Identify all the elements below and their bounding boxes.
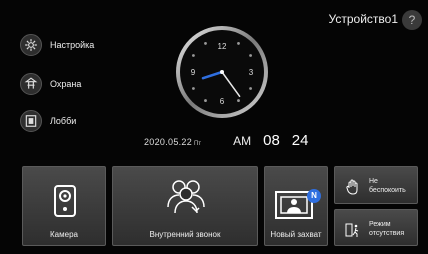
clock-number-6: 6 [220, 97, 225, 106]
clock-dot [237, 99, 240, 102]
ampm-text: AM [233, 134, 252, 148]
sidebar-label-settings: Настройка [50, 40, 95, 50]
dnd-label-line1: Не [369, 178, 378, 185]
gear-icon [20, 34, 42, 56]
dnd-label: Не беспокоить [369, 177, 419, 195]
hand-icon [346, 179, 358, 195]
analog-clock: 12 3 6 9 [174, 24, 270, 120]
people-icon [167, 180, 205, 214]
clock-dot [192, 54, 195, 57]
help-button[interactable]: ? [402, 10, 422, 30]
clock-number-3: 3 [249, 68, 254, 77]
clock-dot [192, 87, 195, 90]
device-name: Устройство1 [328, 12, 398, 26]
sidebar-item-settings[interactable]: Настройка [20, 34, 94, 56]
capture-label: Новый захват [270, 230, 322, 239]
clock-number-9: 9 [191, 68, 196, 77]
minute-text: 24 [291, 132, 309, 149]
away-label: Режим отсутствия [369, 220, 419, 238]
away-tile[interactable]: Режим отсутствия [334, 209, 418, 246]
security-icon [20, 73, 42, 95]
intercom-tile[interactable]: Внутренний звонок [112, 166, 258, 246]
intercom-label: Внутренний звонок [149, 230, 221, 239]
away-label-line1: Режим [369, 221, 391, 228]
clock-dot [249, 54, 252, 57]
clock-dot [237, 42, 240, 45]
capture-tile[interactable]: N Новый захват [264, 166, 328, 246]
clock-number-12: 12 [218, 42, 227, 51]
away-icon [345, 223, 359, 237]
camera-icon [54, 185, 76, 217]
clock-dot [249, 87, 252, 90]
weekday-text: Пт [194, 141, 202, 147]
dnd-label-line2: беспокоить [369, 187, 406, 194]
datetime-row: 2020.05.22 Пт AM 08 24 [144, 132, 308, 149]
hour-text: 08 [263, 132, 280, 149]
clock-dot [204, 42, 207, 45]
clock-dot [204, 99, 207, 102]
dnd-tile[interactable]: Не беспокоить [334, 166, 418, 204]
lobby-icon [20, 110, 42, 132]
sidebar-item-security[interactable]: Охрана [20, 73, 81, 95]
sidebar-label-lobby: Лобби [50, 116, 77, 126]
sidebar-item-lobby[interactable]: Лобби [20, 110, 76, 132]
away-label-line2: отсутствия [369, 230, 405, 237]
date-text: 2020.05.22 [144, 137, 193, 147]
sidebar-label-security: Охрана [50, 79, 82, 89]
new-badge: N [307, 189, 321, 203]
camera-label: Камера [50, 230, 78, 239]
camera-tile[interactable]: Камера [22, 166, 106, 246]
